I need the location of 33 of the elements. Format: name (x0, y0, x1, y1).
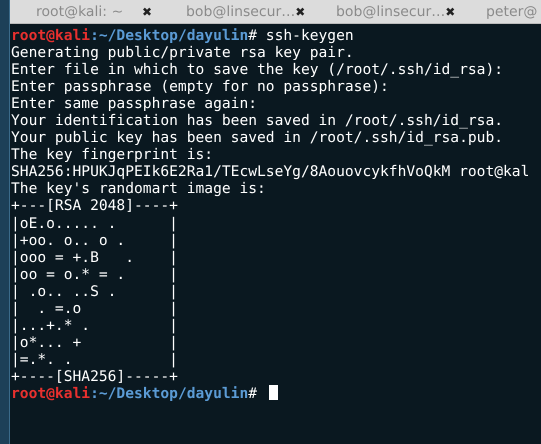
output-text: Your identification has been saved in /root/.ssh/id_rsa. (11, 112, 504, 130)
output-text: Enter passphrase (empty for no passphrase): (11, 78, 389, 96)
output-text: +----[SHA256]-----+ (11, 368, 178, 385)
output-text: |=.*. . | (11, 350, 178, 368)
command-text: # (248, 384, 258, 402)
output-text: |o*... + | (11, 334, 178, 351)
close-icon[interactable]: ✖ (295, 4, 306, 18)
tab-title[interactable]: bob@linsecur… (186, 4, 296, 20)
output-text: Generating public/private rsa key pair. (11, 44, 354, 62)
tab-title[interactable]: bob@linsecur… (336, 4, 446, 20)
output-text: +---[RSA 2048]----+ (11, 197, 178, 214)
prompt-path: :~/Desktop/dayulin (90, 27, 248, 44)
command-text: # ssh-keygen (248, 27, 354, 44)
prompt-path: :~/Desktop/dayulin (90, 384, 248, 402)
output-text: Your public key has been saved in /root/.ssh/id_rsa.pub. (11, 129, 504, 146)
close-icon[interactable]: ✖ (445, 4, 456, 18)
prompt-user: root@kali (11, 384, 90, 402)
output-text: The key fingerprint is: (11, 146, 214, 164)
output-text: Enter file in which to save the key (/root/.ssh/id_rsa): (11, 61, 504, 78)
output-text: | .o.. ..S . | (11, 282, 178, 300)
output-text: |ooo = +.B . | (11, 248, 178, 266)
output-text: |oo = o.* = . | (11, 266, 178, 283)
output-text: |oE.o..... . | (11, 214, 178, 232)
output-text: SHA256:HPUKJqPEIk6E2Ra1/TEcwLseYg/8AouovcykfhVoQkM root@kal (11, 163, 530, 180)
output-text: Enter same passphrase again: (11, 95, 258, 112)
close-icon[interactable]: ✖ (142, 4, 152, 18)
output-text: |...+.* . | (11, 316, 178, 334)
prompt-user: root@kali (11, 27, 90, 44)
output-text: |+oo. o.. o . | (11, 232, 178, 249)
tab-title[interactable]: peter@ (486, 4, 538, 20)
output-text: The key's randomart image is: (11, 180, 266, 198)
output-text: | . =.o | (11, 300, 178, 317)
tab-title[interactable]: root@kali: ~ (36, 4, 124, 20)
